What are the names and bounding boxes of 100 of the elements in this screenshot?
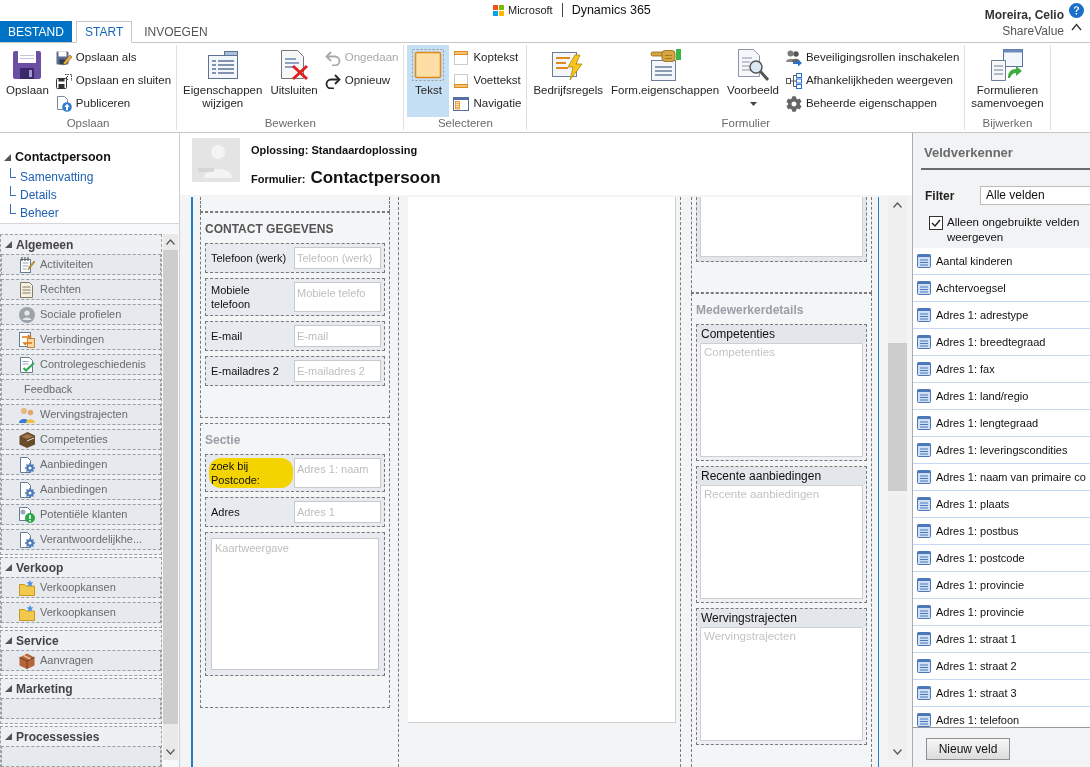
ribbon-button[interactable]: Formulieren samenvoegen: [968, 45, 1047, 117]
nav-item[interactable]: Aanbiedingen: [1, 479, 161, 500]
solution-name: Oplossing: Standaardoplossing: [251, 143, 419, 157]
subgrid-area[interactable]: Wervingstrajecten: [700, 627, 863, 741]
record-header[interactable]: Contactpersoon: [4, 149, 111, 165]
new-field-button[interactable]: Nieuw veld: [926, 738, 1010, 760]
ribbon-button[interactable]: Bedrijfsregels: [530, 45, 607, 117]
field-list-item[interactable]: Achtervoegsel: [913, 275, 1090, 302]
nav-item[interactable]: Aanbiedingen: [1, 454, 161, 475]
ribbon-button[interactable]: Eigenschappen wijzigen: [180, 45, 266, 117]
ribbon-button[interactable]: Uitsluiten: [267, 45, 321, 117]
field-list-item[interactable]: Aantal kinderen: [913, 248, 1090, 275]
nav-item[interactable]: Sociale profielen: [1, 304, 161, 325]
group-label: Bewerken: [263, 117, 317, 130]
nav-item[interactable]: Feedback: [1, 379, 161, 400]
field-list-item[interactable]: Adres 1: land/regio: [913, 383, 1090, 410]
field-list-icon: [917, 551, 931, 565]
ribbon-button[interactable]: Beheerde eigenschappen: [783, 92, 962, 115]
scrollbar-thumb[interactable]: [888, 343, 907, 491]
group-label: Bijwerken: [981, 117, 1034, 130]
form-title: Contactpersoon: [310, 167, 441, 189]
text-input[interactable]: E-mailadres 2: [294, 360, 381, 382]
field-list-item[interactable]: Adres 1: naam van primaire co: [913, 464, 1090, 491]
text-input[interactable]: Mobiele telefo: [294, 282, 381, 312]
field-list-item[interactable]: Adres 1: provincie: [913, 599, 1090, 626]
nav-item[interactable]: Activiteiten: [1, 254, 161, 275]
section-title: CONTACT GEGEVENS: [205, 222, 334, 237]
subgrid-area[interactable]: Recente aanbiedingen: [700, 485, 863, 599]
ribbon-button[interactable]: Voorbeeld: [724, 45, 782, 117]
ribbon-tab[interactable]: INVOEGEN: [136, 21, 216, 42]
nav-item[interactable]: Wervingstrajecten: [1, 404, 161, 425]
nav-item[interactable]: Competenties: [1, 429, 161, 450]
ribbon-button[interactable]: Tekst: [407, 45, 450, 117]
field-list-item[interactable]: Adres 1: telefoon: [913, 707, 1090, 727]
field-list-icon: [917, 254, 931, 268]
cube-icon: [19, 431, 35, 448]
checkbox[interactable]: [929, 216, 943, 230]
section-header[interactable]: Service: [1, 631, 161, 650]
field-list-item[interactable]: Adres 1: fax: [913, 356, 1090, 383]
text-input[interactable]: Adres 1: naam: [294, 458, 381, 488]
field-list-icon: [917, 362, 931, 376]
ribbon-button[interactable]: Opslaan als: [53, 46, 174, 69]
field-list-item[interactable]: Adres 1: straat 1: [913, 626, 1090, 653]
ribbon-button[interactable]: Form.eigenschappen: [608, 45, 723, 117]
avatar-placeholder: [192, 138, 240, 182]
nav-item[interactable]: Verkoopkansen: [1, 577, 161, 598]
ribbon-button[interactable]: Beveiligingsrollen inschakelen: [783, 46, 962, 69]
nav-link[interactable]: Details: [20, 186, 57, 204]
chevron-up-icon[interactable]: [1071, 23, 1082, 31]
scrollbar[interactable]: [888, 197, 907, 760]
nav-item[interactable]: Potentiële klanten: [1, 504, 161, 525]
text-input[interactable]: Adres 1: [294, 501, 381, 523]
text-input[interactable]: E-mail: [294, 325, 381, 347]
chevron-down-icon[interactable]: [893, 749, 902, 755]
field-list-item[interactable]: Adres 1: straat 3: [913, 680, 1090, 707]
lightning-document-icon: [552, 49, 585, 81]
field-list-item[interactable]: Adres 1: breedtegraad: [913, 329, 1090, 356]
nav-item[interactable]: Verantwoordelijkhe...: [1, 529, 161, 550]
ribbon-button[interactable]: Afhankelijkheden weergeven: [783, 69, 962, 92]
field-list-item[interactable]: Adres 1: adrestype: [913, 302, 1090, 329]
subgrid-title: Competenties: [697, 325, 866, 343]
section-header[interactable]: Marketing: [1, 679, 161, 698]
section-header[interactable]: Verkoop: [1, 558, 161, 577]
nav-link[interactable]: Samenvatting: [20, 168, 94, 186]
field-list-item[interactable]: Adres 1: postbus: [913, 518, 1090, 545]
ribbon-button[interactable]: Navigatie: [451, 92, 524, 115]
field-list-icon: [917, 524, 931, 538]
field-list-item[interactable]: Adres 1: postcode: [913, 545, 1090, 572]
nav-item[interactable]: Verbindingen: [1, 329, 161, 350]
field-list-item[interactable]: Adres 1: plaats: [913, 491, 1090, 518]
nav-item[interactable]: Aanvragen: [1, 650, 161, 671]
ribbon-button[interactable]: Opslaan: [3, 45, 52, 117]
nav-item[interactable]: Verkoopkansen: [1, 602, 161, 623]
ribbon-button[interactable]: Koptekst: [451, 46, 524, 69]
ribbon-button[interactable]: Publiceren: [53, 92, 174, 115]
ribbon-button[interactable]: Opnieuw: [322, 69, 401, 92]
section-header[interactable]: Processessies: [1, 727, 161, 746]
document-alert-icon: [19, 506, 35, 523]
chevron-up-icon[interactable]: [166, 239, 175, 245]
field-list-item[interactable]: Adres 1: provincie: [913, 572, 1090, 599]
help-icon[interactable]: [1069, 3, 1084, 18]
text-input[interactable]: Telefoon (werk): [294, 247, 381, 269]
field-list-item[interactable]: Adres 1: lengtegraad: [913, 410, 1090, 437]
ribbon-button[interactable]: Opslaan en sluiten: [53, 69, 174, 92]
field-list-item[interactable]: Adres 1: leveringscondities: [913, 437, 1090, 464]
chevron-up-icon[interactable]: [893, 202, 902, 208]
ribbon-tab[interactable]: START: [76, 21, 133, 43]
filter-dropdown[interactable]: Alle velden: [980, 186, 1090, 205]
file-menu-button[interactable]: BESTAND: [0, 21, 72, 42]
nav-item[interactable]: Rechten: [1, 279, 161, 300]
subgrid-area[interactable]: Competenties: [700, 343, 863, 457]
checkbox-label: Alleen ongebruikte velden weergeven: [947, 215, 1081, 245]
ribbon-button[interactable]: Voettekst: [451, 69, 524, 92]
document-gear-icon: [19, 481, 35, 498]
nav-item[interactable]: Controlegeschiedenis: [1, 354, 161, 375]
field-list-item[interactable]: Adres 1: straat 2: [913, 653, 1090, 680]
chevron-down-icon[interactable]: [166, 749, 175, 755]
nav-link[interactable]: Beheer: [20, 204, 59, 222]
section-header[interactable]: Algemeen: [1, 235, 161, 254]
map-area[interactable]: Kaartweergave: [211, 538, 379, 670]
